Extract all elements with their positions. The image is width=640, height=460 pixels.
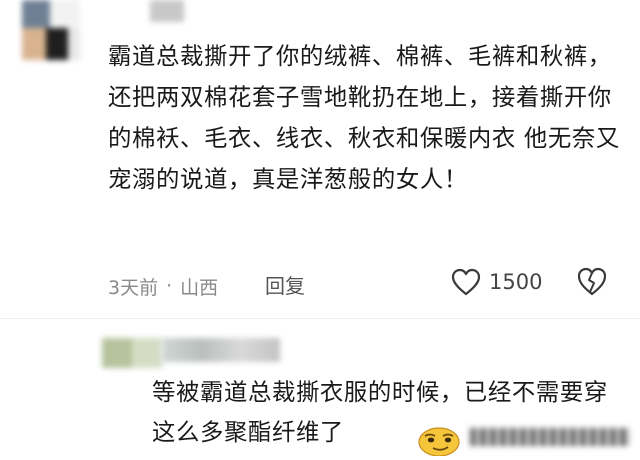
smirk-emoji-icon (417, 424, 461, 460)
comment-location: 山西 (180, 276, 219, 299)
comment-text: 霸道总裁撕开了你的绒裤、棉裤、毛裤和秋裤，还把两双棉花套子雪地靴扔在地上，接着撕… (108, 42, 620, 193)
comment-time: 3天前 (108, 276, 159, 299)
like-count: 1500 (489, 270, 543, 294)
broken-heart-icon (577, 267, 607, 296)
comment-meta: 3天前 · 山西 (108, 272, 218, 300)
watermark (470, 428, 630, 446)
dislike-button[interactable] (577, 266, 607, 302)
commenter-avatar[interactable] (22, 0, 80, 60)
reply-avatar[interactable] (102, 338, 162, 368)
reply-author-name[interactable] (162, 338, 280, 362)
comment-divider (0, 318, 640, 319)
heart-outline-icon (451, 268, 481, 296)
reply-button[interactable]: 回复 (265, 272, 305, 300)
commenter-name[interactable] (150, 0, 184, 22)
like-button[interactable]: 1500 (451, 268, 542, 296)
meta-separator: · (166, 275, 173, 297)
